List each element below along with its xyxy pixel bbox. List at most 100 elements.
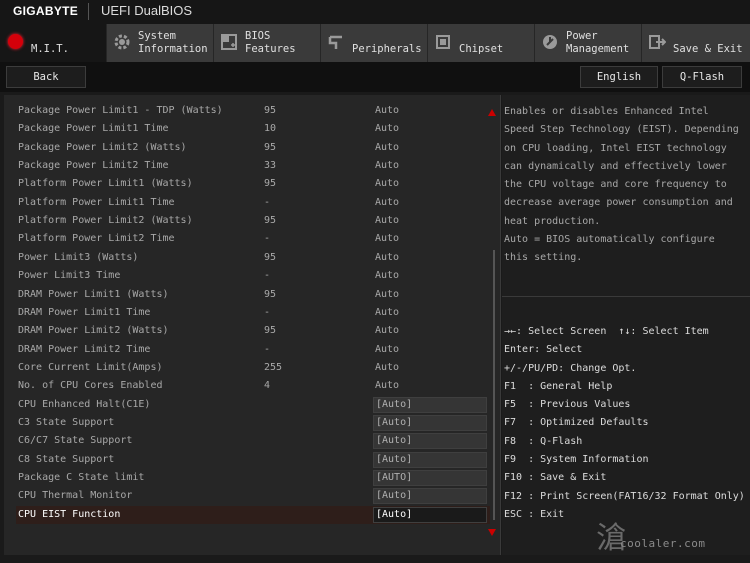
tab-save-exit[interactable]: Save & Exit — [642, 24, 750, 62]
tab-power-management[interactable]: Power Management — [535, 24, 642, 62]
setting-name: No. of CPU Cores Enabled — [18, 380, 163, 392]
tab-mit[interactable]: M.I.T. — [0, 24, 107, 62]
setting-row[interactable]: DRAM Power Limit2 (Watts) 95 Auto — [16, 322, 490, 340]
setting-value-box[interactable]: [Auto] — [373, 414, 487, 431]
setting-name: Power Limit3 Time — [18, 270, 121, 282]
setting-name: DRAM Power Limit1 Time — [18, 306, 151, 318]
tab-peripherals[interactable]: Peripherals — [321, 24, 428, 62]
setting-row[interactable]: Package C State limit [AUTO] — [16, 469, 490, 487]
scroll-down-arrow[interactable] — [488, 529, 496, 536]
setting-name: Package Power Limit1 - TDP (Watts) — [18, 105, 223, 116]
key-legend-line: F5 : Previous Values — [504, 399, 631, 411]
brand-logo: GIGABYTE — [13, 4, 79, 18]
setting-value: [Auto] — [376, 490, 413, 502]
scroll-up-arrow[interactable] — [488, 109, 496, 116]
setting-value: [Auto] — [376, 508, 413, 520]
power-icon — [543, 35, 557, 49]
key-legend-line: F1 : General Help — [504, 380, 613, 392]
setting-row[interactable]: C3 State Support [Auto] — [16, 414, 490, 432]
setting-row[interactable]: CPU EIST Function [Auto] — [16, 505, 490, 524]
setting-name: DRAM Power Limit2 (Watts) — [18, 325, 169, 337]
setting-current-value: 255 — [264, 361, 283, 373]
key-legend-line: +/-/PU/PD: Change Opt. — [504, 362, 637, 374]
setting-current-value: 95 — [264, 105, 277, 116]
tab-label: M.I.T. — [31, 43, 69, 55]
setting-row[interactable]: CPU Thermal Monitor [Auto] — [16, 487, 490, 505]
key-legend-line: F8 : Q-Flash — [504, 435, 583, 447]
help-line: on CPU loading, Intel EIST technology — [504, 142, 727, 154]
setting-row[interactable]: DRAM Power Limit2 Time - Auto — [16, 341, 490, 359]
tab-label: Chipset — [459, 43, 504, 55]
plug-icon — [328, 35, 342, 49]
setting-row[interactable]: Platform Power Limit2 (Watts) 95 Auto — [16, 212, 490, 230]
setting-row[interactable]: Platform Power Limit1 (Watts) 95 Auto — [16, 175, 490, 193]
setting-row[interactable]: Core Current Limit(Amps) 255 Auto — [16, 359, 490, 377]
setting-row[interactable]: No. of CPU Cores Enabled 4 Auto — [16, 377, 490, 395]
setting-value: Auto — [375, 380, 400, 392]
setting-row[interactable]: Package Power Limit2 Time 33 Auto — [16, 157, 490, 175]
key-legend-line: →←: Select Screen ↑↓: Select Item — [504, 326, 709, 337]
setting-row[interactable]: CPU Enhanced Halt(C1E) [Auto] — [16, 396, 490, 414]
key-legend-line: F12 : Print Screen(FAT16/32 Format Only) — [504, 490, 745, 502]
setting-value: Auto — [375, 141, 400, 153]
setting-row[interactable]: Package Power Limit1 Time 10 Auto — [16, 120, 490, 138]
setting-current-value: 95 — [264, 325, 277, 337]
setting-row[interactable]: Power Limit3 Time - Auto — [16, 267, 490, 285]
setting-value: [Auto] — [376, 435, 413, 447]
tab-system-information[interactable]: System Information — [107, 24, 214, 62]
setting-value: Auto — [375, 215, 400, 227]
back-button[interactable]: Back — [6, 66, 86, 88]
setting-current-value: - — [264, 306, 271, 318]
tab-label: BIOS Features — [245, 30, 296, 55]
setting-current-value: 95 — [264, 251, 277, 263]
scrollbar-thumb[interactable] — [493, 250, 495, 520]
setting-row[interactable]: C6/C7 State Support [Auto] — [16, 432, 490, 450]
setting-name: C6/C7 State Support — [18, 435, 133, 447]
setting-row[interactable]: Package Power Limit2 (Watts) 95 Auto — [16, 139, 490, 157]
watermark-glyph: 滄 — [596, 521, 626, 556]
setting-name: Platform Power Limit2 Time — [18, 233, 175, 245]
setting-row[interactable]: C8 State Support [Auto] — [16, 451, 490, 469]
plus-window-icon — [221, 34, 237, 50]
setting-row[interactable]: Platform Power Limit1 Time - Auto — [16, 194, 490, 212]
help-line: can dynamically and effectively lower — [504, 160, 727, 172]
qflash-button[interactable]: Q-Flash — [662, 66, 742, 88]
setting-value: Auto — [375, 270, 400, 282]
gear-icon — [114, 34, 130, 50]
setting-name: Package C State limit — [18, 472, 145, 483]
help-line: Speed Step Technology (EIST). Depending — [504, 124, 739, 136]
setting-value-box[interactable]: [Auto] — [373, 488, 487, 505]
setting-value: [Auto] — [376, 416, 413, 428]
help-line: heat production. — [504, 215, 601, 227]
settings-panel: Package Power Limit1 - TDP (Watts) 95 Auto… — [4, 95, 501, 555]
help-line: the CPU voltage and core frequency to — [504, 179, 727, 191]
setting-value: Auto — [375, 361, 400, 373]
setting-value: Auto — [375, 251, 400, 263]
setting-value: [Auto] — [376, 453, 413, 465]
setting-value-box[interactable]: [Auto] — [373, 396, 487, 413]
setting-row[interactable]: DRAM Power Limit1 Time - Auto — [16, 304, 490, 322]
setting-current-value: 95 — [264, 141, 277, 153]
setting-value-box[interactable]: [Auto] — [373, 506, 487, 523]
setting-value-box[interactable]: [Auto] — [373, 451, 487, 468]
key-legend-line: F10 : Save & Exit — [504, 472, 607, 484]
setting-name: Core Current Limit(Amps) — [18, 361, 163, 373]
setting-name: Package Power Limit2 (Watts) — [18, 141, 187, 153]
setting-row[interactable]: DRAM Power Limit1 (Watts) 95 Auto — [16, 286, 490, 304]
setting-value: Auto — [375, 105, 400, 116]
key-legend-line: F9 : System Information — [504, 454, 649, 466]
setting-row[interactable]: Platform Power Limit2 Time - Auto — [16, 230, 490, 248]
setting-value-box[interactable]: [Auto] — [373, 433, 487, 450]
key-legend-line: F7 : Optimized Defaults — [504, 417, 649, 429]
setting-name: CPU EIST Function — [18, 508, 121, 520]
setting-row[interactable]: Package Power Limit1 - TDP (Watts) 95 Auto — [16, 102, 490, 120]
tab-chipset[interactable]: Chipset — [428, 24, 535, 62]
tab-bios-features[interactable]: BIOS Features — [214, 24, 321, 62]
setting-value-box[interactable]: [AUTO] — [373, 470, 487, 486]
tab-label: Peripherals — [352, 43, 422, 55]
main-tabs: M.I.T. System Information BIOS Features … — [0, 24, 750, 62]
help-line: Auto = BIOS automatically configure — [504, 234, 715, 246]
setting-row[interactable]: Power Limit3 (Watts) 95 Auto — [16, 249, 490, 267]
setting-current-value: - — [264, 343, 271, 355]
language-button[interactable]: English — [580, 66, 658, 88]
